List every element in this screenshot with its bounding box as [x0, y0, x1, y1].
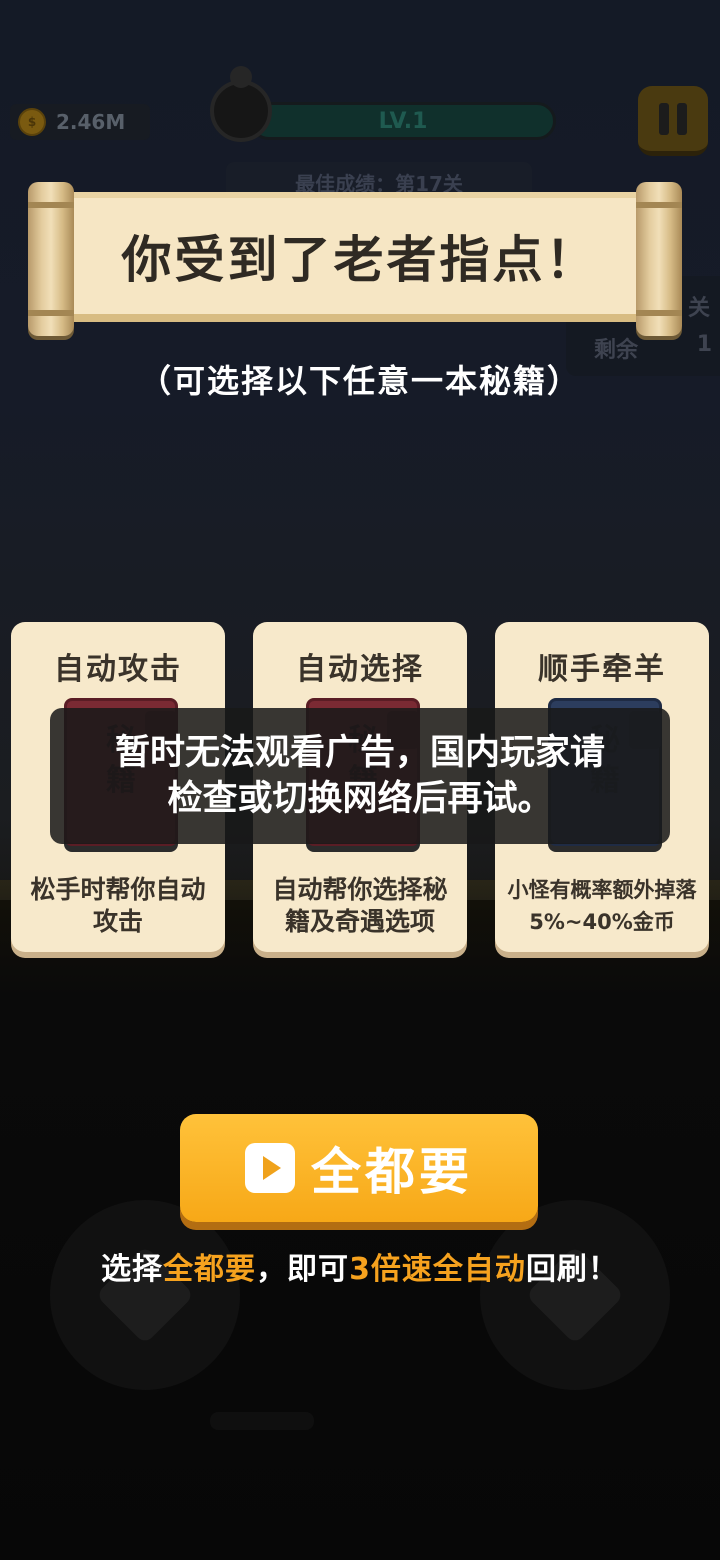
scroll-left-roll — [28, 182, 74, 336]
level-bar: LV.1 — [250, 102, 556, 140]
card-title: 自动攻击 — [54, 652, 182, 687]
tip-part-5: 回刷！ — [525, 1252, 619, 1287]
scroll-banner: 你受到了老者指点！ — [70, 192, 650, 322]
card-description: 自动帮你选择秘籍及奇遇选项 — [272, 875, 448, 936]
pause-button[interactable] — [638, 86, 708, 156]
toast-line-2: 检查或切换网络后再试。 — [167, 779, 553, 819]
pause-icon — [659, 102, 669, 135]
tip-highlight-2: 3倍速全自动 — [349, 1252, 526, 1287]
coin-icon: $ — [18, 108, 46, 136]
pause-icon-bar — [677, 102, 687, 135]
banner-subtitle: （可选择以下任意一本秘籍） — [138, 362, 581, 400]
tip-part-3: ，即可 — [256, 1252, 350, 1287]
tip-highlight-1: 全都要 — [163, 1252, 257, 1287]
player-avatar-icon — [210, 66, 272, 142]
remaining-count: 1 — [696, 332, 712, 357]
banner-title: 你受到了老者指点！ — [121, 231, 599, 289]
card-title: 自动选择 — [296, 652, 424, 687]
ghost-bar — [210, 1412, 314, 1430]
take-all-label: 全都要 — [311, 1143, 473, 1201]
take-all-tip: 选择全都要，即可3倍速全自动回刷！ — [0, 1244, 720, 1288]
take-all-button[interactable]: 全都要 — [180, 1114, 538, 1222]
card-title: 顺手牵羊 — [538, 652, 666, 687]
tip-part-1: 选择 — [101, 1252, 164, 1287]
card-description: 松手时帮你自动攻击 — [30, 875, 206, 936]
toast-line-1: 暂时无法观看广告，国内玩家请 — [114, 733, 605, 773]
ad-unavailable-toast: 暂时无法观看广告，国内玩家请 检查或切换网络后再试。 — [50, 708, 670, 844]
stage-label: 关 — [687, 296, 710, 321]
coin-counter: $ 2.46M — [10, 104, 150, 140]
play-icon — [245, 1143, 295, 1193]
coin-amount: 2.46M — [56, 110, 126, 134]
right-control-circle — [480, 1200, 670, 1390]
card-description: 小怪有概率额外掉落5%~40%金币 — [507, 878, 697, 934]
left-control-circle — [50, 1200, 240, 1390]
scroll-right-roll — [636, 182, 682, 336]
